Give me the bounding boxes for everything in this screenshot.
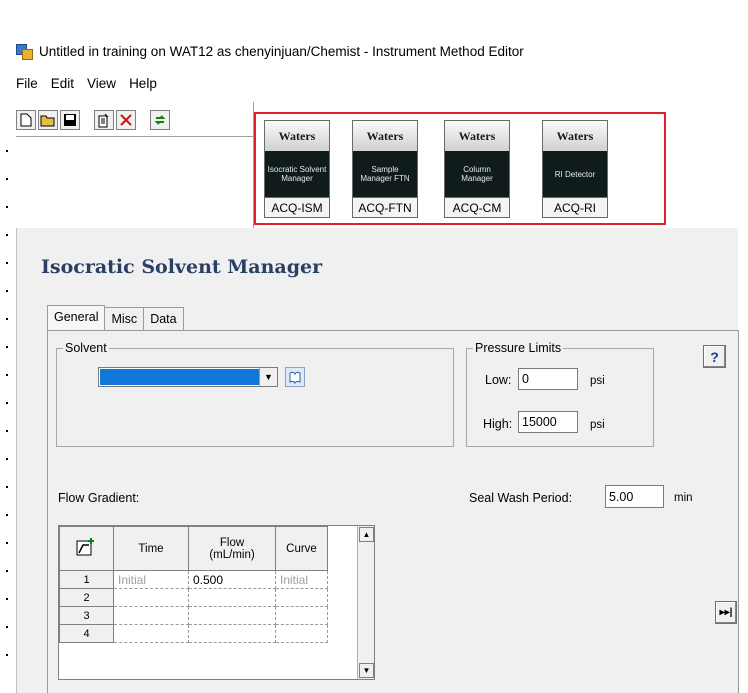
module-label: ACQ-CM xyxy=(445,197,509,217)
waters-logo: Waters xyxy=(543,121,607,151)
solvent-group: Solvent ▼ xyxy=(56,341,454,447)
flow-gradient-table: Time Flow (mL/min) Curve 1 Initial 0.500… xyxy=(58,525,375,680)
chevron-down-icon[interactable]: ▼ xyxy=(259,368,277,386)
waters-logo: Waters xyxy=(265,121,329,151)
module-acq-ri[interactable]: Waters RI Detector ACQ-RI xyxy=(542,120,608,218)
tab-general[interactable]: General xyxy=(47,305,106,330)
flow-cell[interactable]: 0.500 xyxy=(188,570,276,589)
menu-view[interactable]: View xyxy=(87,76,116,91)
high-pressure-input[interactable] xyxy=(518,411,578,433)
low-pressure-input[interactable] xyxy=(518,368,578,390)
row-number: 1 xyxy=(59,570,114,589)
time-cell[interactable] xyxy=(113,606,189,625)
high-label: High: xyxy=(483,417,513,431)
window-title: Untitled in training on WAT12 as chenyin… xyxy=(39,43,524,59)
seal-wash-unit: min xyxy=(674,492,693,504)
solvent-dropdown[interactable]: ▼ xyxy=(98,367,278,387)
menu-help[interactable]: Help xyxy=(129,76,157,91)
solvent-selection xyxy=(100,369,259,385)
pressure-legend: Pressure Limits xyxy=(475,341,562,355)
pressure-limits-group: Pressure Limits Low: psi High: psi xyxy=(466,341,654,447)
module-label: ACQ-RI xyxy=(543,197,607,217)
low-label: Low: xyxy=(485,373,512,387)
seal-wash-input[interactable] xyxy=(605,485,664,508)
new-file-icon[interactable] xyxy=(16,110,36,130)
fast-forward-icon[interactable]: ▸▸| xyxy=(715,601,737,624)
table-header-row: Time Flow (mL/min) Curve xyxy=(59,526,328,571)
curve-cell[interactable]: Initial xyxy=(275,570,328,589)
delete-x-icon[interactable] xyxy=(116,110,136,130)
curve-cell[interactable] xyxy=(275,606,328,625)
title-bar: Untitled in training on WAT12 as chenyin… xyxy=(16,40,524,62)
scroll-up-icon[interactable]: ▲ xyxy=(359,527,374,542)
method-editor-panel: Isocratic Solvent Manager General Misc D… xyxy=(16,228,739,693)
curve-cell[interactable] xyxy=(275,624,328,643)
module-label: ACQ-FTN xyxy=(353,197,417,217)
app-icon xyxy=(16,43,33,60)
scroll-down-icon[interactable]: ▼ xyxy=(359,663,374,678)
row-number: 4 xyxy=(59,624,114,643)
time-cell[interactable] xyxy=(113,624,189,643)
save-disk-icon[interactable] xyxy=(60,110,80,130)
tab-misc[interactable]: Misc xyxy=(104,307,145,330)
flow-cell[interactable] xyxy=(188,624,276,643)
help-button[interactable]: ? xyxy=(703,345,726,368)
toolbar-divider xyxy=(16,136,254,137)
module-description: Sample Manager FTN xyxy=(353,151,417,197)
flow-header: Flow (mL/min) xyxy=(188,526,276,571)
curve-header: Curve xyxy=(275,526,328,571)
open-folder-icon[interactable] xyxy=(38,110,58,130)
module-acq-cm[interactable]: Waters Column Manager ACQ-CM xyxy=(444,120,510,218)
table-row[interactable]: 2 xyxy=(59,588,328,607)
tab-data[interactable]: Data xyxy=(143,307,184,330)
flow-cell[interactable] xyxy=(188,606,276,625)
properties-icon[interactable] xyxy=(94,110,114,130)
flow-gradient-label: Flow Gradient: xyxy=(58,491,140,505)
toolbar xyxy=(16,110,170,130)
table-row[interactable]: 4 xyxy=(59,624,328,643)
module-label: ACQ-ISM xyxy=(265,197,329,217)
solvent-library-icon[interactable] xyxy=(285,367,305,387)
row-number: 3 xyxy=(59,606,114,625)
module-acq-ftn[interactable]: Waters Sample Manager FTN ACQ-FTN xyxy=(352,120,418,218)
seal-wash-label: Seal Wash Period: xyxy=(469,491,573,505)
module-acq-ism[interactable]: Waters Isocratic Solvent Manager ACQ-ISM xyxy=(264,120,330,218)
module-description: Column Manager xyxy=(445,151,509,197)
flow-header-line2: (mL/min) xyxy=(209,548,255,561)
tab-strip: General Misc Data xyxy=(47,305,184,330)
table-row[interactable]: 3 xyxy=(59,606,328,625)
module-description: Isocratic Solvent Manager xyxy=(265,151,329,197)
table-scrollbar[interactable]: ▲ ▼ xyxy=(357,526,374,679)
left-edge-markers xyxy=(6,150,8,680)
menu-file[interactable]: File xyxy=(16,76,38,91)
menu-edit[interactable]: Edit xyxy=(51,76,74,91)
module-description: RI Detector xyxy=(543,151,607,197)
general-tab-panel: Solvent ▼ Pressure Limits Low: psi High:… xyxy=(47,330,739,693)
row-number: 2 xyxy=(59,588,114,607)
page-title: Isocratic Solvent Manager xyxy=(41,256,323,278)
low-unit: psi xyxy=(590,375,605,387)
time-header: Time xyxy=(113,526,189,571)
menu-bar: File Edit View Help xyxy=(16,76,157,91)
gradient-chart-icon[interactable] xyxy=(59,526,114,571)
time-cell[interactable] xyxy=(113,588,189,607)
waters-logo: Waters xyxy=(353,121,417,151)
instrument-modules: Waters Isocratic Solvent Manager ACQ-ISM… xyxy=(254,112,666,225)
waters-logo: Waters xyxy=(445,121,509,151)
flow-cell[interactable] xyxy=(188,588,276,607)
time-cell[interactable]: Initial xyxy=(113,570,189,589)
flow-header-line1: Flow xyxy=(219,536,245,549)
high-unit: psi xyxy=(590,419,605,431)
table-row[interactable]: 1 Initial 0.500 Initial xyxy=(59,570,328,589)
refresh-icon[interactable] xyxy=(150,110,170,130)
curve-cell[interactable] xyxy=(275,588,328,607)
solvent-legend: Solvent xyxy=(65,341,107,355)
